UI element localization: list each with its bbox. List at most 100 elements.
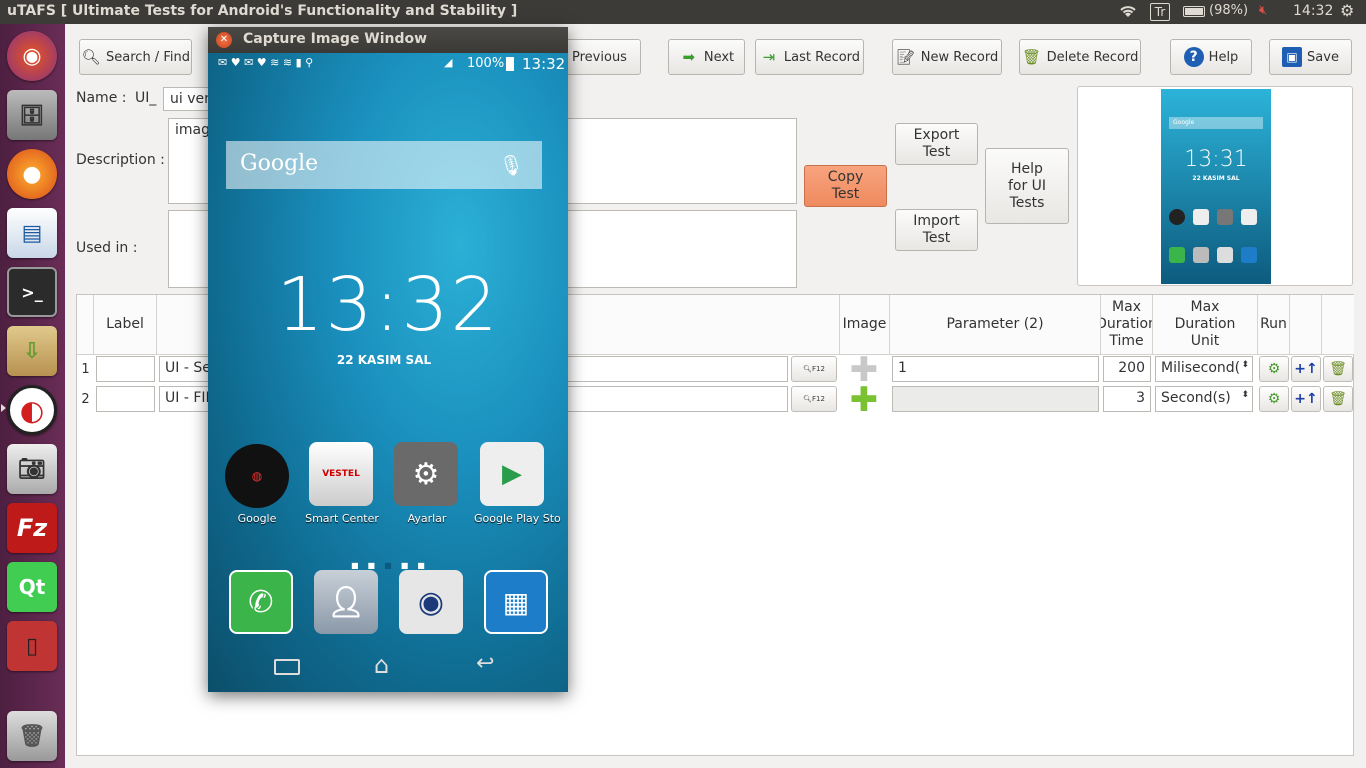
running-indicator (1, 404, 6, 412)
gear-icon[interactable]: ⚙ (1340, 1, 1354, 20)
app-drawer-icon[interactable]: ▦ (484, 570, 548, 634)
max-duration-time-input[interactable]: 3 (1103, 386, 1151, 412)
home-nav-icon[interactable]: ⌂ (374, 651, 389, 679)
run-step-button[interactable]: ⚙ (1259, 356, 1289, 382)
max-duration-unit-header: Max Duration Unit (1153, 295, 1258, 355)
run-gears-icon: ⚙ (1267, 361, 1281, 377)
row-number-header (77, 295, 94, 355)
f12-text: F12 (811, 365, 825, 373)
run-gears-icon: ⚙ (1267, 391, 1281, 407)
delete-step-button[interactable]: 🗑︎ (1323, 386, 1353, 412)
f12-search-button[interactable]: 🔍︎F12 (791, 356, 837, 382)
terminal-icon[interactable]: >_ (7, 267, 57, 317)
app-label-smart-center: Smart Center (305, 512, 379, 525)
files-icon[interactable]: 🗄︎ (7, 90, 57, 140)
phone-dialer-icon[interactable]: ✆ (229, 570, 293, 634)
copy-test-label: Copy Test (827, 169, 864, 202)
previous-button[interactable]: Previous (558, 39, 641, 75)
filezilla-icon[interactable]: Fz (7, 503, 57, 553)
phone-icon[interactable]: ▯ (7, 621, 57, 671)
max-duration-time-input[interactable]: 200 (1103, 356, 1151, 382)
green-plus-icon[interactable]: ✚ (847, 380, 881, 420)
max-duration-unit-select[interactable]: Second(s) ⬍ (1155, 386, 1253, 412)
image-header: Image (840, 295, 890, 355)
insert-up-icon: +↑ (1294, 361, 1318, 377)
help-button[interactable]: ? Help (1170, 39, 1252, 75)
signal-icon: ◢ (444, 56, 453, 69)
floppy-icon: ▣ (1282, 47, 1303, 67)
recent-apps-icon[interactable] (274, 659, 300, 675)
delete-step-button[interactable]: 🗑︎ (1323, 356, 1353, 382)
move-step-button[interactable]: +↑ (1291, 386, 1321, 412)
move-step-button[interactable]: +↑ (1291, 356, 1321, 382)
last-record-button[interactable]: ⇥ Last Record (755, 39, 864, 75)
help-ui-tests-button[interactable]: Help for UI Tests (985, 148, 1069, 224)
name-input[interactable]: ui ven (163, 87, 213, 111)
f12-search-button[interactable]: 🔍︎F12 (791, 386, 837, 412)
row-number: 1 (81, 362, 90, 377)
unit-value: Second(s) (1161, 390, 1231, 406)
import-test-label: Import Test (913, 213, 960, 246)
notification-icons: ✉ ♥ ✉ ♥ ≋ ≋ ▮ ⚲ (218, 56, 314, 69)
preview-app-icon (1241, 209, 1257, 225)
keyboard-layout-indicator[interactable]: Tr (1150, 3, 1170, 21)
preview-date: 22 KASIM SAL (1192, 175, 1240, 182)
firefox-icon[interactable]: ● (7, 149, 57, 199)
qt-icon[interactable]: Qt (7, 562, 57, 612)
parameter-2-input[interactable]: 1 (892, 356, 1099, 382)
spin-arrows-icon: ⬍ (1241, 390, 1249, 400)
label-input[interactable] (96, 356, 155, 382)
close-icon[interactable]: ✕ (216, 32, 232, 48)
name-prefix: UI_ (135, 90, 157, 106)
contacts-icon[interactable]: 👤︎ (314, 570, 378, 634)
writer-icon[interactable]: ▤ (7, 208, 57, 258)
trash-icon[interactable]: 🗑︎ (7, 711, 57, 761)
delete-header (1322, 295, 1354, 355)
settings-app-icon[interactable]: ⚙ (394, 442, 458, 506)
capture-window-title: Capture Image Window (243, 31, 428, 47)
google-search-bar[interactable]: Google 🎙︎ (226, 141, 542, 189)
import-test-button[interactable]: Import Test (895, 209, 978, 251)
preview-app-icon (1193, 247, 1209, 263)
archive-icon[interactable]: ⇩ (7, 326, 57, 376)
parameter-2-input[interactable] (892, 386, 1099, 412)
camera-icon[interactable]: 📷︎ (7, 444, 57, 494)
window-title: uTAFS [ Ultimate Tests for Android's Fun… (7, 3, 518, 19)
save-label: Save (1307, 49, 1339, 65)
max-duration-time-header: Max Duration Time (1101, 295, 1153, 355)
smart-center-app-icon[interactable]: VESTEL (309, 442, 373, 506)
volume-muted-icon[interactable]: 🔇︎ (1259, 3, 1267, 18)
run-step-button[interactable]: ⚙ (1259, 386, 1289, 412)
help-label: Help (1208, 49, 1239, 65)
microphone-icon[interactable]: 🎙︎ (499, 153, 524, 177)
used-in-label: Used in : (76, 240, 138, 256)
max-duration-unit-label: Max Duration Unit (1174, 299, 1236, 349)
capture-image-window: ✕ Capture Image Window ✉ ♥ ✉ ♥ ≋ ≋ ▮ ⚲ ◢… (208, 27, 568, 692)
phone-screen[interactable]: ✉ ♥ ✉ ♥ ≋ ≋ ▮ ⚲ ◢ 100% 13:32 Google 🎙︎ 1… (208, 53, 568, 692)
new-record-button[interactable]: 📝︎ New Record (892, 39, 1002, 75)
chrome-app-icon[interactable]: ◍ (225, 444, 289, 508)
search-find-button[interactable]: 🔍︎ Search / Find (79, 39, 192, 75)
delete-record-button[interactable]: 🗑︎ Delete Record (1019, 39, 1141, 75)
label-input[interactable] (96, 386, 155, 412)
save-button[interactable]: ▣ Save (1269, 39, 1352, 75)
preview-app-icon (1241, 247, 1257, 263)
clock[interactable]: 14:32 (1293, 3, 1333, 19)
ubuntu-dash-icon[interactable]: ◉ (7, 31, 57, 81)
back-nav-icon[interactable]: ↩ (476, 651, 494, 676)
f12-text: F12 (811, 395, 825, 403)
play-store-app-icon[interactable]: ▶ (480, 442, 544, 506)
preview-clock: 13:31 (1184, 147, 1248, 172)
export-test-button[interactable]: Export Test (895, 123, 978, 165)
battery-icon[interactable] (1183, 6, 1205, 17)
wifi-icon[interactable] (1118, 3, 1138, 23)
utafs-icon[interactable]: ◐ (7, 385, 57, 435)
max-duration-unit-select[interactable]: Milisecond(⬍ (1155, 356, 1253, 382)
search-find-label: Search / Find (106, 49, 190, 65)
capture-window-titlebar[interactable]: ✕ Capture Image Window (208, 27, 568, 53)
copy-test-button[interactable]: Copy Test (804, 165, 887, 207)
trash-can-icon: 🗑︎ (1022, 48, 1042, 66)
vestel-logo-text: VESTEL (322, 469, 360, 479)
next-button[interactable]: ➡ Next (668, 39, 745, 75)
camera-app-icon[interactable]: ◉ (399, 570, 463, 634)
